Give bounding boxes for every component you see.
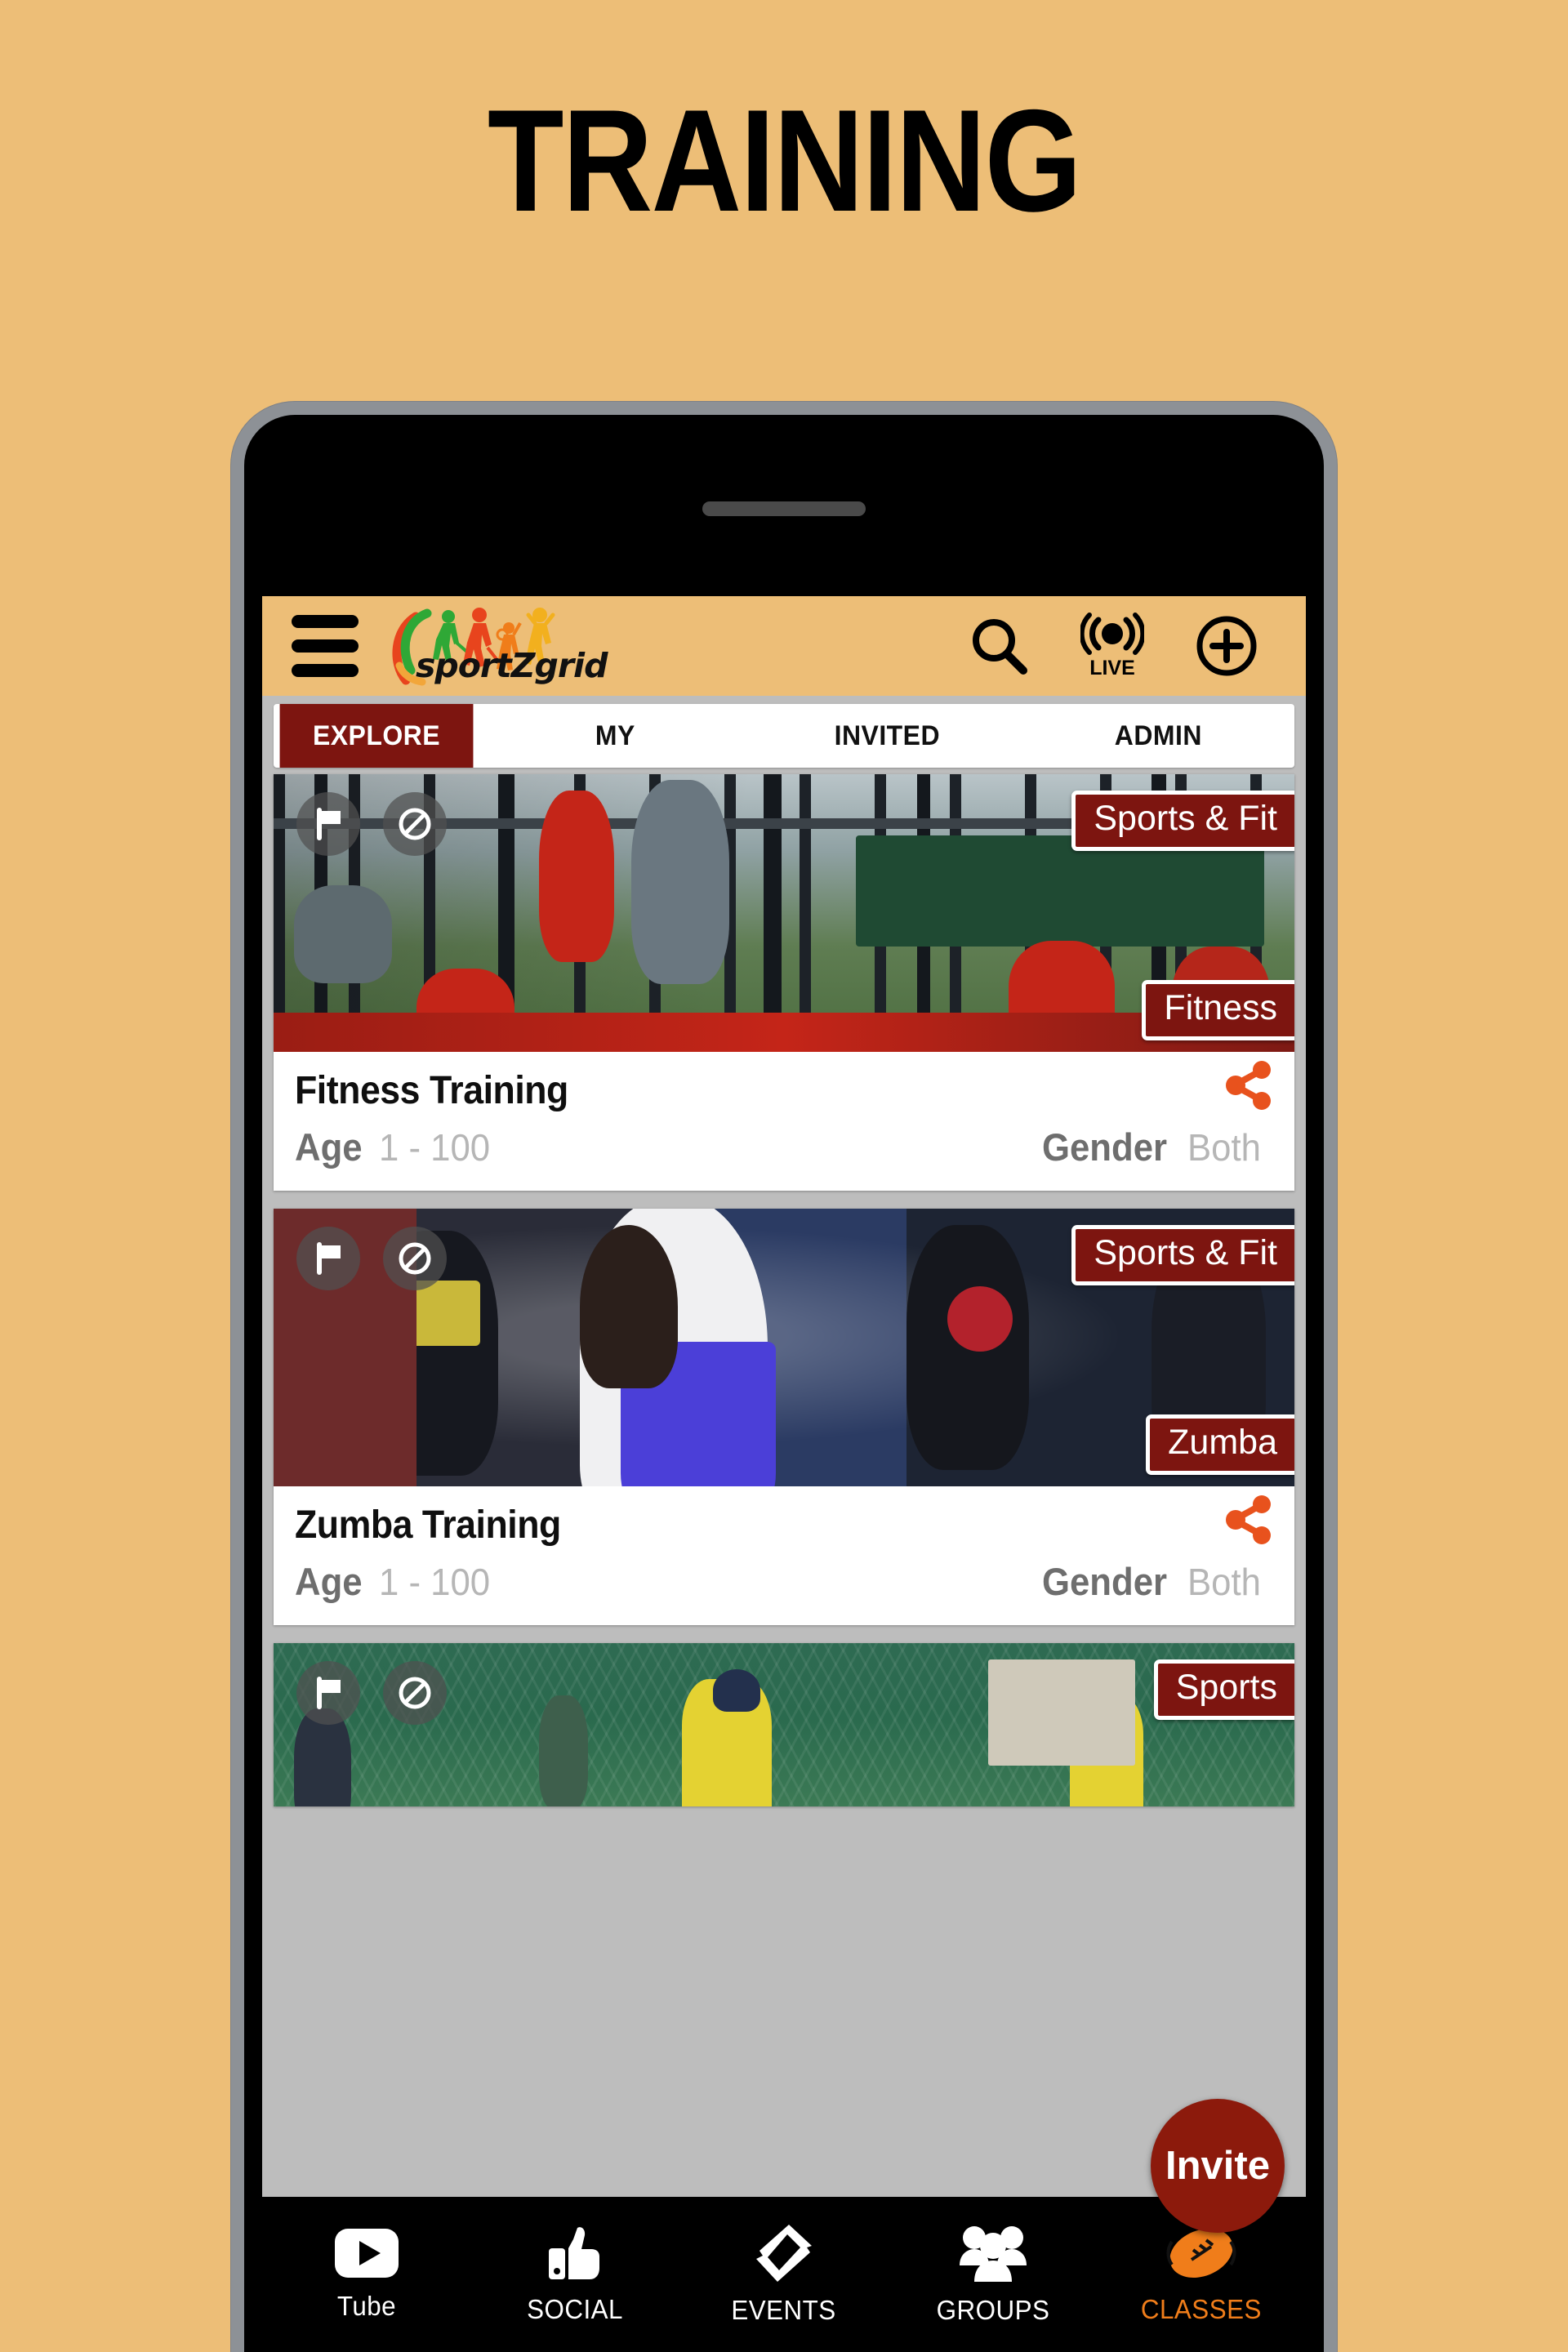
gender-value: Both [1187,1126,1262,1169]
football-icon [1166,2229,1236,2278]
phone-body: sportZgrid LIVE EXPLORE MY INVITED ADMIN… [244,415,1324,2352]
card-media-tools [296,1227,447,1290]
age-meta: Age 1 - 100 [295,1125,496,1169]
hamburger-bar [292,615,359,628]
brand-logo[interactable]: sportZgrid [378,602,615,690]
block-icon[interactable] [383,1227,447,1290]
training-card-list: Sports & Fit Fitness Fitness Training Ag… [262,768,1306,1806]
card-media-tools [296,1661,447,1725]
training-card[interactable]: Sports [274,1643,1294,1806]
gender-meta: Gender Both [1042,1559,1273,1604]
share-icon[interactable] [1224,1494,1275,1549]
card-info: Zumba Training Age 1 - 100 Gender Both [274,1486,1294,1625]
nav-label: Tube [336,2291,396,2321]
age-meta: Age 1 - 100 [295,1559,496,1604]
ticket-icon [755,2225,812,2282]
share-icon[interactable] [1224,1060,1275,1115]
bottom-navigation: Tube SOCIAL EVENTS GROUPS CLASSES [262,2197,1306,2352]
tab-invited[interactable]: INVITED [760,704,1015,768]
search-icon[interactable] [968,615,1030,677]
card-title: Fitness Training [295,1069,568,1112]
gender-meta: Gender Both [1042,1125,1273,1169]
hamburger-menu-icon[interactable] [292,615,359,677]
nav-label: SOCIAL [527,2294,624,2324]
phone-speaker-grille [702,501,866,516]
nav-item-social[interactable]: SOCIAL [471,2224,680,2325]
category-badge[interactable]: Sports & Fit [1071,1225,1294,1285]
hamburger-bar [292,664,359,677]
phone-frame: sportZgrid LIVE EXPLORE MY INVITED ADMIN… [231,402,1337,2352]
sub-category-badge[interactable]: Zumba [1146,1414,1294,1475]
age-value: 1 - 100 [378,1126,490,1169]
card-title: Zumba Training [295,1503,561,1547]
hamburger-bar [292,639,359,653]
people-group-icon [959,2226,1027,2282]
gender-label: Gender [1041,1125,1167,1169]
nav-label: CLASSES [1141,2294,1263,2324]
nav-item-groups[interactable]: GROUPS [889,2223,1098,2326]
nav-label: EVENTS [731,2295,837,2325]
category-badge[interactable]: Sports [1153,1659,1294,1720]
tab-bar: EXPLORE MY INVITED ADMIN [262,696,1306,768]
age-label: Age [295,1560,363,1603]
card-image: Sports & Fit Fitness [274,774,1294,1052]
training-card[interactable]: Sports & Fit Zumba Zumba Training Age 1 … [274,1209,1294,1625]
app-header: sportZgrid LIVE [262,596,1306,696]
live-broadcast-icon [1080,612,1144,655]
tab-explore[interactable]: EXPLORE [279,704,474,768]
nav-item-tube[interactable]: Tube [262,2227,471,2322]
live-label: LIVE [1089,656,1135,679]
card-media-tools [296,792,447,856]
age-label: Age [295,1125,363,1169]
app-screen: sportZgrid LIVE EXPLORE MY INVITED ADMIN… [262,596,1306,2352]
gender-label: Gender [1041,1560,1167,1603]
flag-icon[interactable] [296,1227,360,1290]
invite-fab-button[interactable]: Invite [1151,2099,1285,2233]
category-badge[interactable]: Sports & Fit [1071,791,1294,851]
flag-icon[interactable] [296,1661,360,1725]
training-card[interactable]: Sports & Fit Fitness Fitness Training Ag… [274,774,1294,1191]
thumbs-up-icon [549,2227,600,2279]
flag-icon[interactable] [296,792,360,856]
nav-item-classes[interactable]: CLASSES [1097,2224,1306,2325]
brand-name: sportZgrid [416,646,608,685]
card-image: Sports [274,1643,1294,1806]
card-info: Fitness Training Age 1 - 100 Gender Both [274,1052,1294,1191]
plus-circle-icon[interactable] [1195,614,1258,678]
age-value: 1 - 100 [378,1561,490,1603]
live-broadcast-button[interactable]: LIVE [1080,612,1144,680]
page-title: TRAINING [487,79,1082,242]
nav-label: GROUPS [936,2295,1049,2325]
gender-value: Both [1187,1561,1262,1603]
card-meta-row: Age 1 - 100 Gender Both [295,1125,1273,1169]
block-icon[interactable] [383,792,447,856]
sub-category-badge[interactable]: Fitness [1142,980,1294,1040]
nav-item-events[interactable]: EVENTS [679,2223,889,2326]
play-button-icon [334,2229,399,2278]
tab-my[interactable]: MY [488,704,743,768]
tab-admin[interactable]: ADMIN [1031,704,1286,768]
block-icon[interactable] [383,1661,447,1725]
card-image: Sports & Fit Zumba [274,1209,1294,1486]
card-meta-row: Age 1 - 100 Gender Both [295,1559,1273,1604]
header-actions: LIVE [968,612,1276,680]
